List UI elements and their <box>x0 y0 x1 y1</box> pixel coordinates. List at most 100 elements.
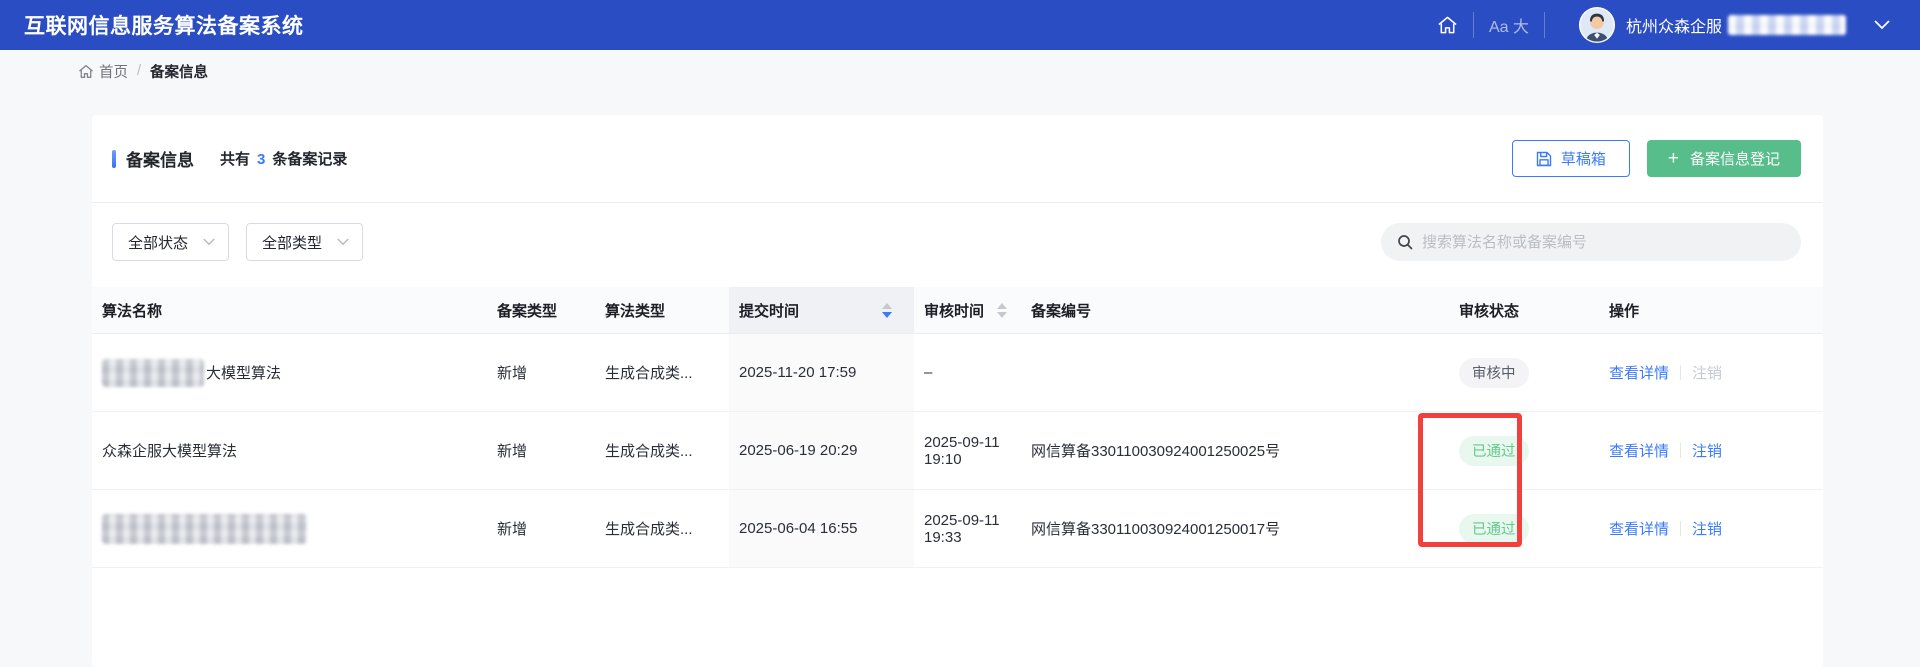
algorithm-name: 大模型算法 <box>206 365 282 382</box>
cell-review-time: 2025-09-11 19:33 <box>924 511 1000 546</box>
cell-filing-no: 网信算备330110030924001250025号 <box>1031 443 1281 460</box>
type-filter-value: 全部类型 <box>262 234 323 252</box>
table-header-row: 算法名称 备案类型 算法类型 提交时间 审核时间 备案编号 审核状态 操作 <box>92 287 1823 334</box>
status-filter-select[interactable]: 全部状态 <box>112 223 230 261</box>
panel-title: 备案信息 <box>126 151 194 170</box>
view-details-link[interactable]: 查看详情 <box>1609 362 1669 383</box>
panel-title-group: 备案信息 共有 3 条备案记录 <box>112 146 347 171</box>
redacted-text <box>102 513 307 544</box>
table-row: 大模型算法 新增 生成合成类... 2025-11-20 17:59 – 审核中… <box>92 334 1823 412</box>
cell-algo-type: 生成合成类... <box>605 521 693 538</box>
cell-submit-time: 2025-11-20 17:59 <box>729 334 914 411</box>
count-prefix: 共有 <box>220 151 251 168</box>
cell-actions: 查看详情 注销 <box>1599 412 1823 489</box>
cancel-filing-link[interactable]: 注销 <box>1692 518 1722 539</box>
cell-submit-time: 2025-06-04 16:55 <box>729 490 914 567</box>
title-accent-bar <box>112 149 116 168</box>
filing-table: 算法名称 备案类型 算法类型 提交时间 审核时间 备案编号 审核状态 操作 大模… <box>92 287 1823 568</box>
page: 互联网信息服务算法备案系统 Aa 大 杭州众森企服 首页 / 备案信息 备案信息… <box>0 0 1920 667</box>
status-badge: 审核中 <box>1459 357 1529 388</box>
search-icon <box>1398 235 1413 250</box>
cell-filing-type: 新增 <box>497 443 528 460</box>
action-divider <box>1680 521 1682 536</box>
chevron-down-icon <box>203 238 215 246</box>
breadcrumb-separator: / <box>137 63 142 79</box>
filing-panel: 备案信息 共有 3 条备案记录 草稿箱 + 备案信息登记 全部状态 全部类型 搜… <box>92 115 1823 667</box>
save-icon <box>1536 151 1552 166</box>
sort-carets-review-time[interactable] <box>997 302 1007 318</box>
view-details-link[interactable]: 查看详情 <box>1609 518 1669 539</box>
status-badge: 已通过 <box>1459 513 1529 544</box>
view-details-link[interactable]: 查看详情 <box>1609 440 1669 461</box>
redacted-user-name <box>1728 15 1846 35</box>
cell-review-time: – <box>924 364 933 381</box>
breadcrumb: 首页 / 备案信息 <box>0 50 1920 92</box>
cell-actions: 查看详情 注销 <box>1599 334 1823 411</box>
cancel-filing-link: 注销 <box>1692 365 1723 382</box>
cell-name: 众森企服大模型算法 <box>92 412 487 489</box>
sort-carets-submit-time[interactable] <box>882 302 892 318</box>
submit-time-label: 提交时间 <box>739 302 800 320</box>
filter-row: 全部状态 全部类型 <box>92 203 1823 261</box>
font-size-toggle[interactable]: Aa 大 <box>1489 13 1529 37</box>
user-name: 杭州众森企服 <box>1625 19 1722 36</box>
cell-status: 审核中 <box>1449 334 1599 411</box>
panel-header: 备案信息 共有 3 条备案记录 草稿箱 + 备案信息登记 <box>92 115 1823 202</box>
topbar: 互联网信息服务算法备案系统 Aa 大 杭州众森企服 <box>0 0 1920 50</box>
register-filing-button[interactable]: + 备案信息登记 <box>1646 140 1801 177</box>
review-time-label: 审核时间 <box>924 302 985 320</box>
search-box <box>1381 223 1801 261</box>
cell-actions: 查看详情 注销 <box>1599 490 1823 567</box>
plus-icon: + <box>1667 148 1679 169</box>
topbar-right: Aa 大 杭州众森企服 <box>1437 6 1890 44</box>
panel-actions: 草稿箱 + 备案信息登记 <box>1511 140 1801 177</box>
status-badge: 已通过 <box>1459 435 1529 466</box>
home-icon[interactable] <box>1437 15 1458 35</box>
col-header-algo-type: 算法类型 <box>595 287 729 333</box>
cell-review-time: 2025-09-11 19:10 <box>924 433 1000 468</box>
cancel-filing-link[interactable]: 注销 <box>1692 440 1722 461</box>
type-filter-select[interactable]: 全部类型 <box>246 223 364 261</box>
search-input[interactable] <box>1422 233 1785 251</box>
cell-name: 大模型算法 <box>92 334 487 411</box>
col-header-submit-time[interactable]: 提交时间 <box>729 287 914 333</box>
divider <box>1472 12 1474 38</box>
register-filing-label: 备案信息登记 <box>1689 151 1780 168</box>
action-divider <box>1680 365 1682 380</box>
home-icon <box>79 64 93 78</box>
cell-algo-type: 生成合成类... <box>605 365 693 382</box>
breadcrumb-home-label: 首页 <box>99 64 128 81</box>
redacted-text <box>102 358 204 387</box>
breadcrumb-current: 备案信息 <box>150 64 209 81</box>
cell-submit-time: 2025-06-19 20:29 <box>729 412 914 489</box>
app-title: 互联网信息服务算法备案系统 <box>24 15 304 38</box>
table-row: 新增 生成合成类... 2025-06-04 16:55 2025-09-11 … <box>92 490 1823 568</box>
col-header-status: 审核状态 <box>1449 287 1599 333</box>
algorithm-name: 众森企服大模型算法 <box>102 443 238 460</box>
status-filter-value: 全部状态 <box>128 234 189 252</box>
cell-status: 已通过 <box>1449 490 1599 567</box>
col-header-filing-type: 备案类型 <box>487 287 595 333</box>
col-header-filing-no: 备案编号 <box>1021 287 1449 333</box>
cell-filing-no: 网信算备330110030924001250017号 <box>1031 521 1281 538</box>
record-count-text: 共有 3 条备案记录 <box>220 148 347 169</box>
avatar[interactable] <box>1578 6 1616 44</box>
breadcrumb-home[interactable]: 首页 <box>78 61 128 82</box>
draft-box-button[interactable]: 草稿箱 <box>1511 140 1630 177</box>
cell-filing-type: 新增 <box>497 365 528 382</box>
record-count: 3 <box>257 151 266 168</box>
cell-filing-type: 新增 <box>497 521 528 538</box>
action-divider <box>1680 443 1682 458</box>
col-header-actions: 操作 <box>1599 287 1823 333</box>
chevron-down-icon <box>337 238 349 246</box>
cell-algo-type: 生成合成类... <box>605 443 693 460</box>
cell-status: 已通过 <box>1449 412 1599 489</box>
table-row: 众森企服大模型算法 新增 生成合成类... 2025-06-19 20:29 2… <box>92 412 1823 490</box>
chevron-down-icon[interactable] <box>1874 20 1890 30</box>
draft-box-label: 草稿箱 <box>1560 151 1606 168</box>
cell-filing-no <box>1021 334 1449 411</box>
col-header-review-time[interactable]: 审核时间 <box>914 287 1021 333</box>
count-suffix: 条备案记录 <box>272 151 348 168</box>
cell-name <box>92 490 487 567</box>
col-header-name: 算法名称 <box>92 287 487 333</box>
